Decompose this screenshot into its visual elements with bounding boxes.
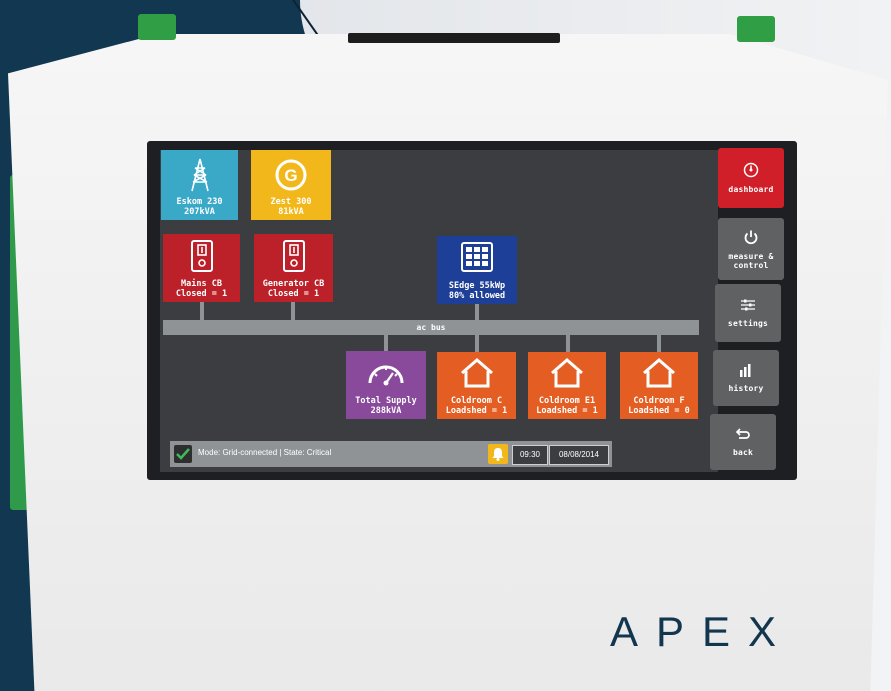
sidebar-item-measure-control[interactable]: measure & control: [718, 218, 784, 280]
enclosure-slot: [348, 33, 560, 43]
sliders-icon: [740, 298, 756, 316]
checkmark-icon: [174, 445, 192, 463]
connector-line: [291, 302, 295, 320]
connector-line: [475, 335, 479, 352]
sidebar-item-settings[interactable]: settings: [715, 284, 781, 342]
mounting-clip-right: [737, 16, 775, 42]
tile-label: Generator CB Closed = 1: [262, 279, 325, 299]
breaker-tile-mains[interactable]: Mains CB Closed = 1: [163, 234, 240, 302]
house-icon: [437, 358, 516, 388]
tile-label: Total Supply 288kVA: [355, 396, 417, 416]
sidebar-item-label: measure & control: [728, 251, 774, 270]
sidebar-item-label: history: [728, 384, 764, 393]
breaker-icon: [163, 240, 240, 272]
mounting-clip-left: [138, 14, 176, 40]
load-tile-coldroom-e1[interactable]: Coldroom E1 Loadshed = 1: [528, 352, 606, 419]
sidebar: dashboard measure & control settings his…: [710, 148, 788, 470]
tile-label: SEdge 55kWp 80% allowed: [448, 281, 506, 301]
sidebar-item-label: back: [732, 448, 754, 457]
sidebar-item-label: dashboard: [728, 185, 774, 194]
connector-line: [566, 335, 570, 352]
supply-tile-total[interactable]: Total Supply 288kVA: [346, 351, 426, 419]
dial-icon: [743, 162, 759, 182]
sidebar-item-dashboard[interactable]: dashboard: [718, 148, 784, 208]
source-tile-eskom[interactable]: Eskom 230 207kVA: [161, 150, 238, 220]
connector-line: [657, 335, 661, 352]
power-icon: [743, 229, 759, 249]
tile-label: Coldroom E1 Loadshed = 1: [536, 396, 598, 416]
source-tile-zest[interactable]: G Zest 300 81kVA: [251, 150, 331, 220]
sidebar-item-back[interactable]: back: [710, 414, 776, 470]
tile-label: Coldroom C Loadshed = 1: [445, 396, 508, 416]
brand-logo: APEX: [610, 608, 795, 655]
gauge-icon: [346, 361, 426, 387]
tile-label: Mains CB Closed = 1: [175, 279, 228, 299]
tile-label: Eskom 230 207kVA: [176, 197, 223, 217]
status-date: 08/08/2014: [549, 445, 609, 465]
ac-bus: ac bus: [163, 320, 699, 335]
status-mode-text: Mode: Grid-connected | State: Critical: [198, 448, 332, 457]
solar-panel-icon: [437, 242, 517, 272]
breaker-icon: [254, 240, 333, 272]
connector-line: [475, 304, 479, 320]
connector-line: [384, 335, 388, 351]
back-arrow-icon: [735, 427, 751, 445]
tile-label: Zest 300 81kVA: [270, 197, 312, 217]
sidebar-item-history[interactable]: history: [713, 350, 779, 406]
svg-text:G: G: [284, 166, 297, 185]
load-tile-coldroom-f[interactable]: Coldroom F Loadshed = 0: [620, 352, 698, 419]
alarm-bell-icon[interactable]: [488, 444, 508, 464]
solar-tile-sedge[interactable]: SEdge 55kWp 80% allowed: [437, 236, 517, 304]
house-icon: [528, 358, 606, 388]
screen-area: [160, 150, 718, 472]
load-tile-coldroom-c[interactable]: Coldroom C Loadshed = 1: [437, 352, 516, 419]
breaker-tile-generator[interactable]: Generator CB Closed = 1: [254, 234, 333, 302]
connector-line: [200, 302, 204, 320]
bar-chart-icon: [738, 363, 754, 381]
status-time: 09:30: [512, 445, 548, 465]
sidebar-item-label: settings: [727, 319, 769, 328]
pylon-icon: [161, 158, 238, 192]
house-icon: [620, 358, 698, 388]
tile-label: Coldroom F Loadshed = 0: [628, 396, 690, 416]
generator-icon: G: [251, 158, 331, 192]
